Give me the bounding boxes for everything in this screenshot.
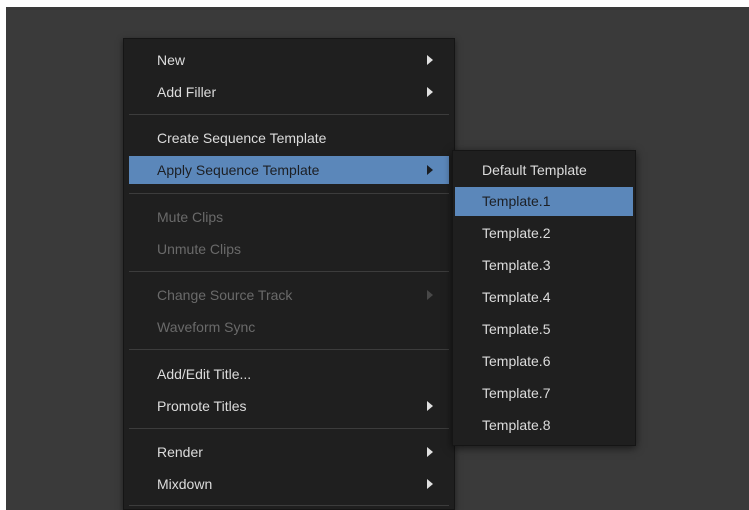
menu-item-label: Promote Titles <box>157 398 247 414</box>
menu-item-label: Add Filler <box>157 84 217 100</box>
menu-item-label: Render <box>157 444 203 460</box>
menu-separator <box>129 428 449 429</box>
submenu-arrow-icon <box>427 290 433 300</box>
menu-item-label: New <box>157 52 186 68</box>
submenu-item-label: Template.4 <box>482 289 551 305</box>
menu-item-promote-titles[interactable]: Promote Titles <box>129 392 449 420</box>
menu-separator <box>129 505 449 506</box>
menu-item-new[interactable]: New <box>129 46 449 74</box>
submenu-arrow-icon <box>427 55 433 65</box>
submenu-item-template-3[interactable]: Template.3 <box>455 251 633 280</box>
submenu-item-label: Default Template <box>482 162 587 178</box>
submenu-item-template-2[interactable]: Template.2 <box>455 219 633 248</box>
submenu-item-template-7[interactable]: Template.7 <box>455 379 633 408</box>
menu-item-add-edit-title[interactable]: Add/Edit Title... <box>129 360 449 388</box>
context-menu: New Add Filler Create Sequence Template … <box>123 38 455 510</box>
menu-item-label: Change Source Track <box>157 287 293 303</box>
menu-item-add-filler[interactable]: Add Filler <box>129 78 449 106</box>
menu-item-label: Mixdown <box>157 476 213 492</box>
submenu-item-template-4[interactable]: Template.4 <box>455 283 633 312</box>
submenu-arrow-icon <box>427 165 433 175</box>
menu-separator <box>129 114 449 115</box>
submenu-item-label: Template.3 <box>482 257 551 273</box>
submenu-item-template-5[interactable]: Template.5 <box>455 315 633 344</box>
submenu-item-template-6[interactable]: Template.6 <box>455 347 633 376</box>
submenu-item-template-1[interactable]: Template.1 <box>455 187 633 216</box>
submenu-item-label: Template.2 <box>482 225 551 241</box>
menu-item-label: Create Sequence Template <box>157 130 327 146</box>
menu-item-mixdown[interactable]: Mixdown <box>129 470 449 498</box>
submenu-item-template-8[interactable]: Template.8 <box>455 411 633 440</box>
submenu-item-label: Template.6 <box>482 353 551 369</box>
menu-item-label: Add/Edit Title... <box>157 366 252 382</box>
menu-separator <box>129 271 449 272</box>
submenu-arrow-icon <box>427 401 433 411</box>
submenu-item-label: Template.7 <box>482 385 551 401</box>
menu-item-unmute-clips: Unmute Clips <box>129 235 449 263</box>
menu-item-label: Mute Clips <box>157 209 224 225</box>
menu-item-mute-clips: Mute Clips <box>129 203 449 231</box>
submenu-item-label: Template.1 <box>482 193 551 209</box>
submenu-item-default-template[interactable]: Default Template <box>455 156 633 185</box>
menu-separator <box>129 349 449 350</box>
menu-item-label: Apply Sequence Template <box>157 162 320 178</box>
menu-item-render[interactable]: Render <box>129 438 449 466</box>
submenu-item-label: Template.5 <box>482 321 551 337</box>
menu-item-label: Waveform Sync <box>157 319 256 335</box>
menu-item-waveform-sync: Waveform Sync <box>129 313 449 341</box>
submenu-arrow-icon <box>427 479 433 489</box>
menu-item-label: Unmute Clips <box>157 241 242 257</box>
template-submenu: Default Template Template.1 Template.2 T… <box>452 150 636 446</box>
submenu-arrow-icon <box>427 87 433 97</box>
menu-item-create-sequence-template[interactable]: Create Sequence Template <box>129 124 449 152</box>
submenu-item-label: Template.8 <box>482 417 551 433</box>
menu-item-apply-sequence-template[interactable]: Apply Sequence Template <box>129 156 449 184</box>
submenu-arrow-icon <box>427 447 433 457</box>
menu-separator <box>129 193 449 194</box>
menu-item-change-source-track: Change Source Track <box>129 281 449 309</box>
